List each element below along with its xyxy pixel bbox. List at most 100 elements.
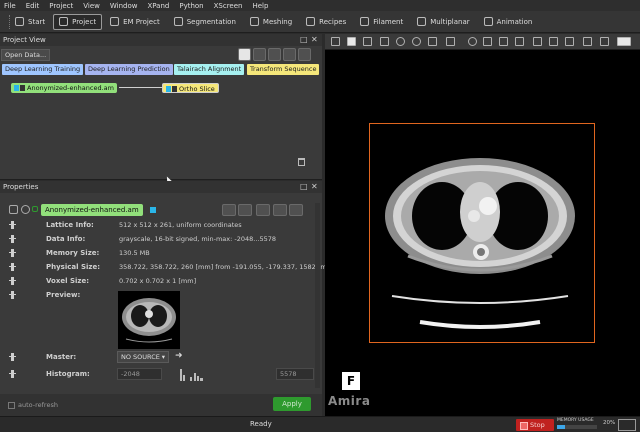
- visible-checkbox[interactable]: [32, 206, 38, 212]
- console-icon[interactable]: [618, 419, 636, 431]
- close-icon[interactable]: ✕: [311, 181, 318, 193]
- master-select[interactable]: NO SOURCE ▾: [117, 351, 169, 363]
- set-home-icon[interactable]: [428, 37, 437, 46]
- data-node-anonymized[interactable]: Anonymized-enhanced.am: [11, 83, 117, 93]
- float-panel-icon[interactable]: □: [300, 181, 308, 193]
- pin-icon[interactable]: [9, 221, 16, 229]
- workroom-project[interactable]: Project: [53, 13, 103, 30]
- pin-icon[interactable]: [9, 249, 16, 257]
- snapshot-icon[interactable]: [600, 37, 609, 46]
- property-label: Data Info:: [46, 235, 86, 243]
- link-icon[interactable]: [21, 205, 30, 214]
- float-panel-icon[interactable]: □: [300, 34, 308, 46]
- data-node-label: Anonymized-enhanced.am: [27, 84, 114, 92]
- arrow-right-icon[interactable]: ➜: [175, 351, 183, 361]
- pin-icon[interactable]: [9, 235, 16, 243]
- project-view-panel: Open Data... Deep Learning Training Deep…: [0, 46, 322, 188]
- histogram-plot: [180, 369, 203, 381]
- view-all-icon[interactable]: [446, 37, 455, 46]
- fullscreen-icon[interactable]: [617, 37, 631, 46]
- workroom-label: Segmentation: [186, 17, 236, 26]
- workroom-multiplanar[interactable]: Multiplanar: [411, 14, 475, 30]
- home-icon: [15, 17, 24, 26]
- film-icon[interactable]: [256, 204, 270, 216]
- menu-project[interactable]: Project: [49, 2, 73, 10]
- pin-icon[interactable]: [9, 263, 16, 271]
- histogram-max-field[interactable]: 5578: [276, 368, 314, 380]
- grid-icon[interactable]: [273, 204, 287, 216]
- workroom-filament[interactable]: Filament: [354, 14, 409, 30]
- object-color-swatch[interactable]: [150, 207, 156, 213]
- menu-help[interactable]: Help: [252, 2, 268, 10]
- resize-icon[interactable]: [238, 204, 252, 216]
- memory-usage-label: MEMORY USAGE: [557, 418, 594, 423]
- pin-icon[interactable]: [9, 291, 16, 299]
- master-select-value: NO SOURCE: [121, 353, 160, 361]
- pin-icon[interactable]: [9, 353, 16, 361]
- tag-deep-learning-prediction[interactable]: Deep Learning Prediction: [85, 64, 173, 75]
- module-node-label: Ortho Slice: [179, 85, 215, 93]
- menu-file[interactable]: File: [4, 2, 16, 10]
- columns-icon[interactable]: [289, 204, 303, 216]
- property-memory-size: Memory Size: 130.5 MB: [0, 247, 322, 259]
- interact-icon[interactable]: [331, 37, 340, 46]
- workroom-recipes[interactable]: Recipes: [300, 14, 352, 30]
- viewer-toolbar: [325, 34, 640, 50]
- view-x-icon[interactable]: [533, 37, 542, 46]
- properties-panel: Anonymized-enhanced.am Lattice Info: 512…: [0, 193, 327, 394]
- tag-talairach-alignment[interactable]: Talairach Alignment: [174, 64, 245, 75]
- menu-view[interactable]: View: [83, 2, 100, 10]
- node-port-icon: [166, 86, 171, 92]
- menu-bar: File Edit Project View Window XPand Pyth…: [0, 0, 640, 11]
- 3d-viewer[interactable]: F Amira: [325, 50, 640, 416]
- open-data-button[interactable]: Open Data...: [1, 49, 51, 61]
- menu-xpand[interactable]: XPand: [147, 2, 169, 10]
- properties-scrollbar[interactable]: [315, 203, 320, 388]
- trash-icon[interactable]: [298, 158, 305, 166]
- pointer-icon[interactable]: [347, 37, 356, 46]
- camera-icon[interactable]: [583, 37, 592, 46]
- workroom-meshing[interactable]: Meshing: [244, 14, 298, 30]
- workroom-start[interactable]: Start: [3, 14, 51, 30]
- module-node-ortho-slice[interactable]: Ortho Slice: [162, 83, 219, 93]
- rotate-icon[interactable]: [396, 37, 405, 46]
- seek-icon[interactable]: [468, 37, 477, 46]
- pin-icon[interactable]: [9, 277, 16, 285]
- tag-deep-learning-training[interactable]: Deep Learning Training: [2, 64, 84, 75]
- workroom-em-project[interactable]: EM Project: [104, 14, 166, 30]
- hand-tool-icon[interactable]: [253, 48, 266, 61]
- zoom-icon[interactable]: [380, 37, 389, 46]
- workroom-animation[interactable]: Animation: [478, 14, 539, 30]
- menu-python[interactable]: Python: [179, 2, 203, 10]
- graph-view-icon[interactable]: [298, 48, 311, 61]
- tag-transform-sequence[interactable]: Transform Sequence: [247, 64, 320, 75]
- home-view-icon[interactable]: [412, 37, 421, 46]
- project-view-header: Project View □ ✕: [0, 34, 322, 46]
- layout-icon[interactable]: [515, 37, 524, 46]
- stereo-icon[interactable]: [499, 37, 508, 46]
- menu-edit[interactable]: Edit: [26, 2, 40, 10]
- stack-icon[interactable]: [9, 205, 18, 214]
- menu-xscreen[interactable]: XScreen: [214, 2, 243, 10]
- crop-icon[interactable]: [222, 204, 236, 216]
- tree-view-icon[interactable]: [283, 48, 296, 61]
- perspective-icon[interactable]: [483, 37, 492, 46]
- pin-icon[interactable]: [9, 370, 16, 378]
- menu-window[interactable]: Window: [110, 2, 138, 10]
- view-y-icon[interactable]: [549, 37, 558, 46]
- close-icon[interactable]: ✕: [311, 34, 318, 46]
- stop-button[interactable]: Stop: [516, 419, 554, 431]
- workroom-segmentation[interactable]: Segmentation: [168, 14, 242, 30]
- translate-icon[interactable]: [363, 37, 372, 46]
- auto-refresh-toggle[interactable]: auto-refresh: [8, 401, 58, 409]
- auto-refresh-checkbox[interactable]: [8, 401, 15, 409]
- node-port-icon: [172, 86, 177, 92]
- layout-icon[interactable]: [268, 48, 281, 61]
- apply-button[interactable]: Apply: [273, 397, 311, 411]
- view-z-icon[interactable]: [565, 37, 574, 46]
- select-pointer-icon[interactable]: [238, 48, 251, 61]
- histogram-min-field[interactable]: -2048: [117, 368, 162, 380]
- brand-logo: F: [342, 372, 360, 390]
- apply-bar: auto-refresh Apply: [0, 394, 322, 416]
- cpu-usage: 20%: [603, 420, 616, 426]
